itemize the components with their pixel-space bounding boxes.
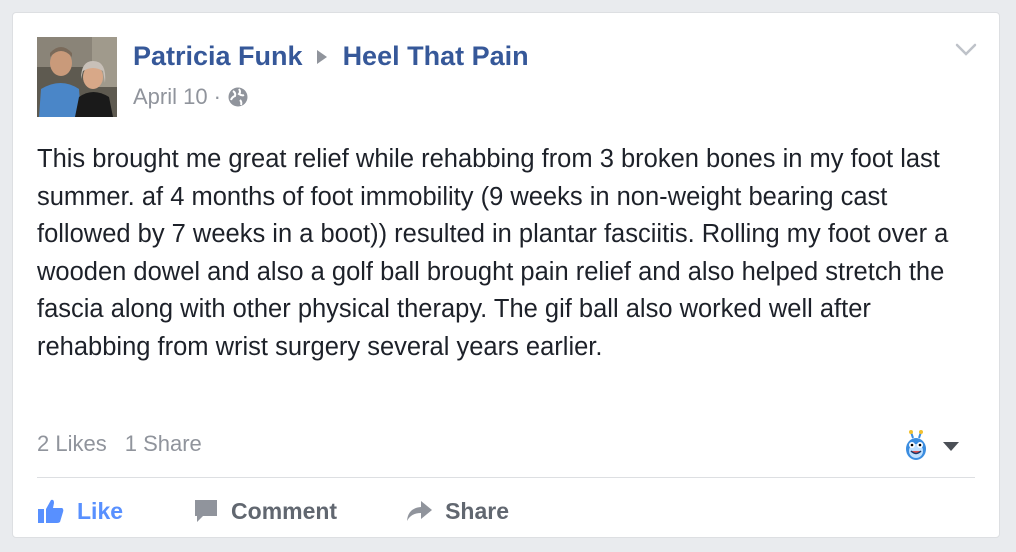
post-card: Patricia Funk Heel That Pain April 10 · …	[12, 12, 1000, 538]
share-arrow-icon	[407, 501, 433, 521]
post-meta: April 10 ·	[133, 84, 249, 110]
globe-icon[interactable]	[227, 86, 249, 108]
share-button[interactable]: Share	[405, 498, 509, 525]
chevron-down-icon[interactable]	[955, 43, 977, 57]
triangle-right-icon	[316, 49, 327, 64]
post-body-text: This brought me great relief while rehab…	[37, 145, 949, 361]
meta-separator: ·	[213, 84, 221, 109]
like-label: Like	[77, 497, 124, 524]
post-actions: Like Comment Share	[37, 491, 975, 531]
avatar-image	[37, 37, 117, 117]
group-name-link[interactable]: Heel That Pain	[343, 41, 529, 72]
sticker-character-icon	[906, 430, 926, 460]
caret-down-icon[interactable]	[943, 441, 959, 451]
thumbs-up-icon	[38, 499, 64, 523]
reaction-selector[interactable]	[899, 429, 959, 463]
author-name-link[interactable]: Patricia Funk	[133, 41, 303, 72]
comment-label: Comment	[231, 497, 338, 524]
likes-count-link[interactable]: 2 Likes	[37, 431, 107, 457]
post-header: Patricia Funk Heel That Pain	[133, 41, 529, 72]
share-label: Share	[445, 497, 510, 524]
post-stats: 2 Likes 1 Share	[37, 431, 202, 457]
comment-button[interactable]: Comment	[193, 498, 337, 525]
comment-bubble-icon	[195, 500, 218, 522]
like-button[interactable]: Like	[37, 498, 123, 525]
post-date-link[interactable]: April 10	[133, 84, 208, 110]
author-avatar[interactable]	[37, 37, 117, 117]
shares-count-link[interactable]: 1 Share	[125, 431, 202, 457]
action-divider	[37, 477, 975, 478]
